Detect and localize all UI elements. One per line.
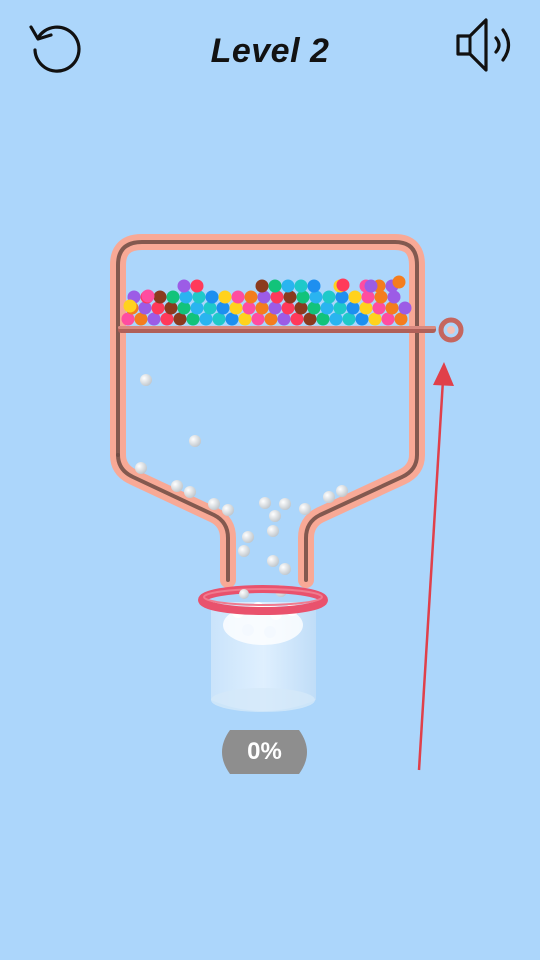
colored-ball [372, 301, 386, 315]
colored-ball [244, 290, 258, 304]
colored-ball [336, 278, 350, 292]
colored-ball [320, 301, 334, 315]
colored-ball [348, 290, 362, 304]
colored-ball [255, 279, 269, 293]
colored-ball [346, 301, 360, 315]
colored-ball [242, 301, 256, 315]
colored-ball [192, 290, 206, 304]
colored-ball [374, 290, 388, 304]
colored-ball [177, 279, 191, 293]
colored-ball [179, 290, 193, 304]
colored-ball [190, 279, 204, 293]
colored-ball [153, 290, 167, 304]
colored-ball [268, 279, 282, 293]
colored-ball [151, 301, 165, 315]
colored-ball [281, 279, 295, 293]
colored-ball [294, 301, 308, 315]
colored-ball [309, 290, 323, 304]
colored-ball [361, 290, 375, 304]
colored-ball [333, 301, 347, 315]
colored-ball [138, 301, 152, 315]
colored-ball [190, 301, 204, 315]
colored-ball [255, 301, 269, 315]
colored-ball [203, 301, 217, 315]
colored-ball [268, 301, 282, 315]
colored-ball [294, 279, 308, 293]
colored-ball [322, 290, 336, 304]
colored-ball [166, 290, 180, 304]
colored-ball [385, 301, 399, 315]
colored-ball [218, 290, 232, 304]
colored-ball [307, 301, 321, 315]
colored-ball [257, 290, 271, 304]
colored-ball [283, 290, 297, 304]
colored-ball [141, 289, 155, 303]
colored-ball [270, 290, 284, 304]
colored-ball [392, 275, 406, 289]
game-scene [110, 234, 464, 774]
colored-ball [359, 301, 373, 315]
colored-ball [387, 290, 401, 304]
colored-balls [121, 275, 412, 326]
colored-ball [123, 299, 137, 313]
colored-ball [229, 301, 243, 315]
colored-ball [398, 301, 412, 315]
colored-ball [307, 279, 321, 293]
colored-ball [231, 290, 245, 304]
colored-ball [296, 290, 310, 304]
progress-label: 0% [247, 738, 282, 765]
collector-cup [198, 585, 328, 712]
colored-ball [164, 301, 178, 315]
colored-ball [364, 279, 378, 293]
colored-ball [205, 290, 219, 304]
colored-ball [177, 301, 191, 315]
colored-ball [335, 290, 349, 304]
colored-ball [281, 301, 295, 315]
colored-ball [216, 301, 230, 315]
